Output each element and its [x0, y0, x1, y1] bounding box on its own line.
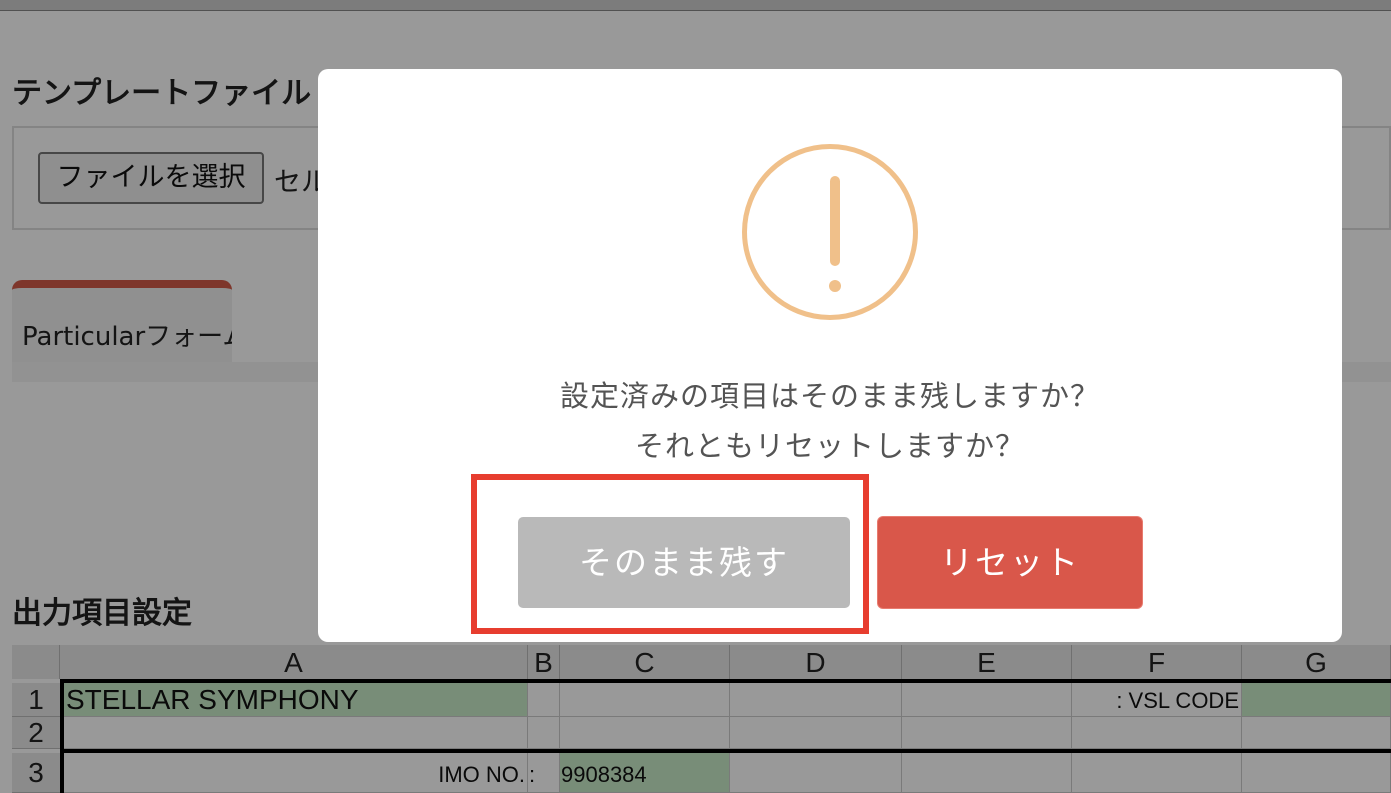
warning-icon	[742, 144, 918, 320]
dialog-message-line1: 設定済みの項目はそのまま残しますか？	[559, 379, 1100, 413]
dialog-message-line2: それともリセットしますか？	[634, 429, 1025, 463]
warning-icon-dot	[829, 280, 841, 292]
warning-icon-bar	[830, 176, 840, 266]
highlight-box	[471, 474, 869, 634]
reset-button[interactable]: リセット	[878, 517, 1142, 608]
